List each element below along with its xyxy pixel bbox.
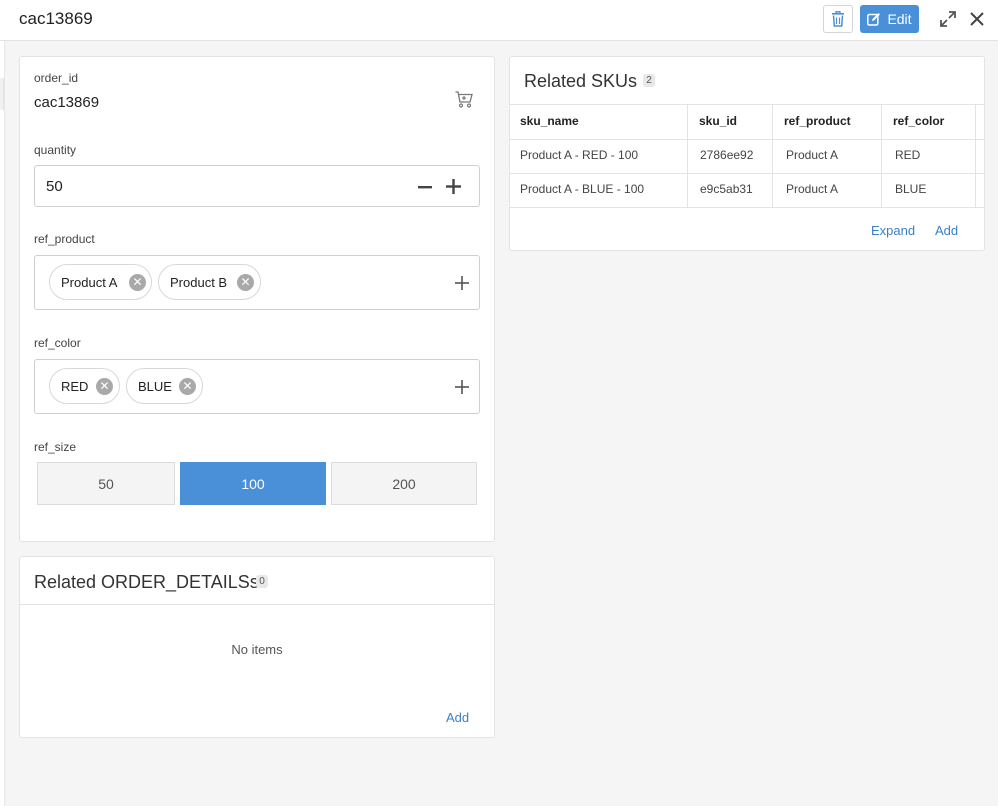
- chip-label: BLUE: [138, 378, 172, 394]
- quantity-value: 50: [46, 178, 63, 195]
- sidebar-marker: [0, 78, 4, 110]
- size-option-50[interactable]: 50: [37, 462, 175, 505]
- cell-ref-product: Product A: [786, 148, 839, 162]
- minus-icon[interactable]: [417, 179, 433, 195]
- chip-label: RED: [61, 378, 89, 394]
- cell-ref-product: Product A: [786, 182, 839, 196]
- remove-chip-icon[interactable]: ✕: [179, 378, 196, 395]
- cell-ref-color: RED: [895, 148, 921, 162]
- remove-chip-icon[interactable]: ✕: [129, 274, 146, 291]
- remove-chip-icon[interactable]: ✕: [96, 378, 113, 395]
- close-icon[interactable]: [967, 9, 987, 29]
- ref-size-label: ref_size: [34, 440, 77, 454]
- quantity-stepper[interactable]: 50: [34, 165, 480, 207]
- edit-button[interactable]: Edit: [860, 5, 919, 33]
- delete-button[interactable]: [823, 5, 853, 33]
- cell-ref-color: BLUE: [895, 182, 927, 196]
- col-divider: [772, 104, 773, 207]
- expand-icon[interactable]: [938, 9, 958, 29]
- top-bar: cac13869 Edit: [0, 0, 998, 41]
- cart-icon: [455, 91, 473, 108]
- col-divider: [975, 104, 976, 207]
- add-order-detail-link[interactable]: Add: [446, 710, 469, 725]
- add-color-icon[interactable]: [455, 380, 469, 394]
- empty-state-text: No items: [231, 642, 283, 657]
- col-divider: [881, 104, 882, 207]
- trash-icon: [831, 11, 845, 27]
- quantity-label: quantity: [34, 143, 77, 157]
- add-sku-link[interactable]: Add: [935, 223, 958, 238]
- chip-product-a: Product A ✕: [49, 264, 152, 300]
- table-top-border: [510, 104, 984, 105]
- order-details-title: Related ORDER_DETAILSs: [34, 572, 259, 592]
- column-header-ref-product[interactable]: ref_product: [784, 114, 851, 128]
- chip-red: RED ✕: [49, 368, 120, 404]
- table-row-border: [510, 173, 984, 174]
- order-id-value: cac13869: [34, 94, 100, 111]
- skus-title: Related SKUs: [524, 71, 638, 91]
- col-divider: [687, 104, 688, 207]
- chip-product-b: Product B ✕: [158, 264, 261, 300]
- remove-chip-icon[interactable]: ✕: [237, 274, 254, 291]
- table-header-border: [510, 139, 984, 140]
- order-id-label: order_id: [34, 71, 79, 85]
- edit-icon: [867, 12, 881, 26]
- chip-label: Product A: [61, 274, 118, 290]
- chip-blue: BLUE ✕: [126, 368, 203, 404]
- cell-sku-name: Product A - BLUE - 100: [520, 182, 645, 196]
- plus-icon[interactable]: [445, 178, 462, 195]
- edit-button-label: Edit: [887, 11, 912, 27]
- size-option-200[interactable]: 200: [331, 462, 477, 505]
- ref-color-label: ref_color: [34, 336, 81, 350]
- column-header-sku-id[interactable]: sku_id: [699, 114, 737, 128]
- chip-label: Product B: [170, 274, 228, 290]
- ref-product-field[interactable]: Product A ✕ Product B ✕: [34, 255, 480, 310]
- add-product-icon[interactable]: [455, 276, 469, 290]
- divider: [20, 604, 494, 605]
- size-option-100[interactable]: 100: [180, 462, 326, 505]
- page-title: cac13869: [19, 9, 93, 28]
- column-header-sku-name[interactable]: sku_name: [520, 114, 579, 128]
- cell-sku-name: Product A - RED - 100: [520, 148, 639, 162]
- order-details-count-badge: 0: [256, 575, 268, 588]
- column-header-ref-color[interactable]: ref_color: [893, 114, 944, 128]
- cell-sku-id: 2786ee92: [700, 148, 754, 162]
- cell-sku-id: e9c5ab31: [700, 182, 753, 196]
- expand-skus-link[interactable]: Expand: [871, 223, 915, 238]
- ref-color-field[interactable]: RED ✕ BLUE ✕: [34, 359, 480, 414]
- skus-count-badge: 2: [643, 74, 655, 87]
- ref-product-label: ref_product: [34, 232, 95, 246]
- table-bottom-border: [510, 207, 984, 208]
